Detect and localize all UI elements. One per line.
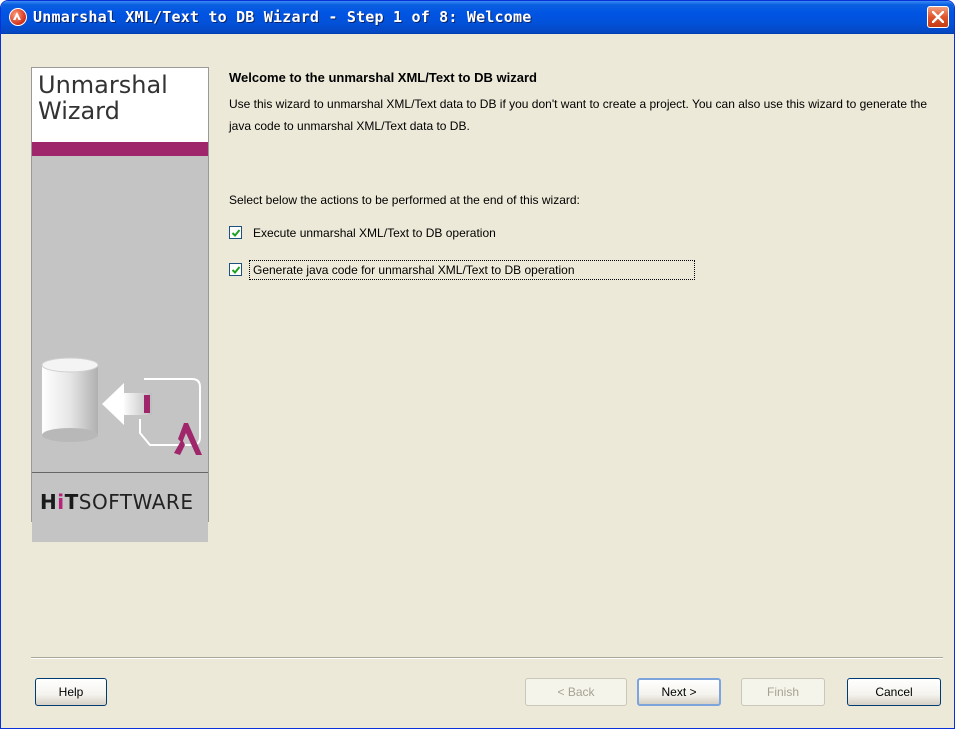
wizard-banner: Unmarshal Wizard HiTSOFTWARE (31, 67, 209, 542)
page-heading: Welcome to the unmarshal XML/Text to DB … (229, 70, 537, 85)
finish-button[interactable]: Finish (741, 678, 825, 706)
back-button[interactable]: < Back (525, 678, 627, 706)
generate-java-label[interactable]: Generate java code for unmarshal XML/Tex… (253, 263, 575, 277)
footer-separator (31, 657, 943, 659)
actions-label: Select below the actions to be performed… (229, 193, 580, 207)
title-bar[interactable]: Unmarshal XML/Text to DB Wizard - Step 1… (1, 1, 954, 34)
window-title: Unmarshal XML/Text to DB Wizard - Step 1… (33, 8, 532, 26)
page-description: Use this wizard to unmarshal XML/Text da… (229, 97, 928, 133)
generate-java-checkbox[interactable] (229, 263, 242, 276)
checkmark-icon (231, 229, 241, 237)
banner-panel (32, 156, 208, 542)
wizard-window: Unmarshal XML/Text to DB Wizard - Step 1… (0, 0, 955, 729)
app-icon (9, 8, 27, 26)
banner-accent-bar (32, 142, 208, 156)
execute-operation-label[interactable]: Execute unmarshal XML/Text to DB operati… (253, 226, 496, 240)
checkmark-icon (231, 266, 241, 274)
close-icon (932, 11, 944, 23)
banner-title: Unmarshal Wizard (38, 71, 168, 125)
execute-operation-checkbox[interactable] (229, 226, 242, 239)
banner-divider (32, 472, 208, 473)
next-button[interactable]: Next > (637, 678, 721, 706)
execute-operation-option[interactable]: Execute unmarshal XML/Text to DB operati… (229, 223, 629, 245)
hitsoftware-logo: HiTSOFTWARE (40, 490, 194, 514)
generate-java-option[interactable]: Generate java code for unmarshal XML/Tex… (229, 260, 699, 282)
help-button[interactable]: Help (35, 678, 107, 706)
cancel-button[interactable]: Cancel (847, 678, 941, 706)
database-import-icon (41, 357, 202, 455)
close-button[interactable] (927, 6, 949, 28)
